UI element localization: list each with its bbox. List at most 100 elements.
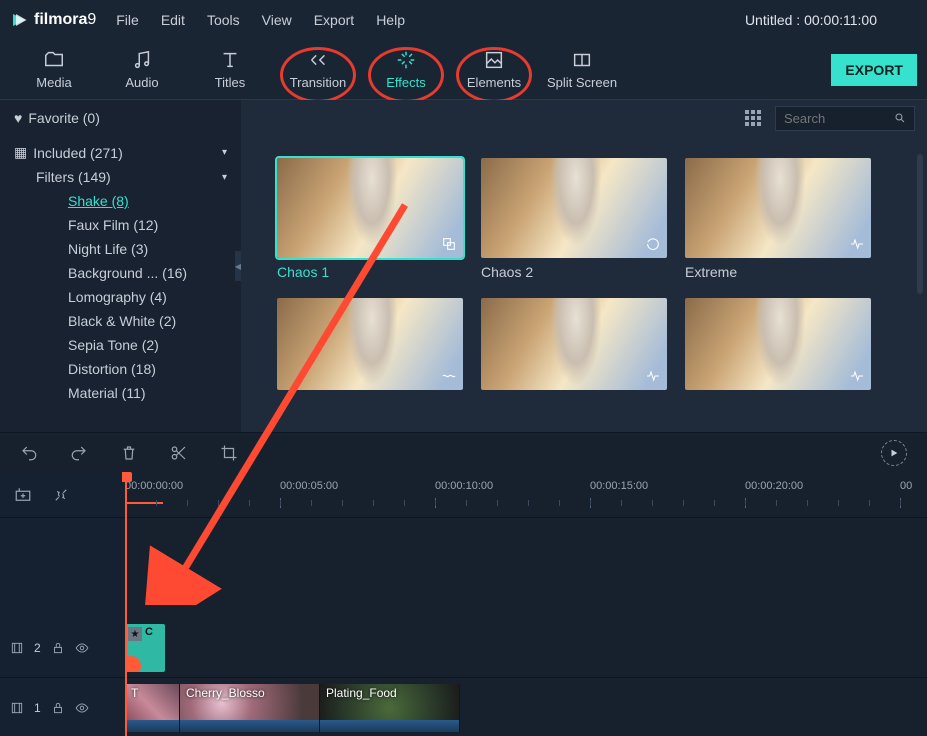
timeline-gutter: 2 1 (0, 472, 122, 736)
scrollbar[interactable] (917, 154, 923, 294)
menu-tools[interactable]: Tools (207, 12, 240, 28)
fx-star-icon: ★ (128, 627, 142, 641)
lock-icon[interactable] (51, 701, 65, 715)
track-header-1[interactable]: 1 (0, 678, 122, 736)
effect-thumb-extreme[interactable]: Extreme (685, 158, 871, 280)
sidebar-item-lomography[interactable]: Lomography (4) (68, 285, 241, 309)
tab-elements[interactable]: Elements (450, 49, 538, 90)
tab-audio[interactable]: Audio (98, 49, 186, 90)
video-clip[interactable]: T (125, 684, 180, 732)
toolbar: Media Audio Titles Transition Effects El… (0, 40, 927, 100)
lock-icon[interactable] (51, 641, 65, 655)
tab-transition[interactable]: Transition (274, 49, 362, 90)
sidebar-item-distortion[interactable]: Distortion (18) (68, 357, 241, 381)
ruler-tick: 00:00:20:00 (745, 480, 803, 492)
menu-items: File Edit Tools View Export Help (116, 12, 405, 28)
effect-thumb[interactable] (685, 298, 871, 390)
tab-label: Transition (290, 75, 347, 90)
search-box[interactable] (775, 106, 915, 131)
trash-icon[interactable] (120, 444, 138, 462)
tab-label: Effects (386, 75, 426, 90)
sidebar-included[interactable]: ▦ Included (271) ▾ (14, 140, 241, 165)
logo-icon (10, 11, 28, 29)
tab-media[interactable]: Media (10, 49, 98, 90)
timeline-body[interactable]: 00:00:00:00 00:00:05:00 00:00:10:00 00:0… (122, 472, 927, 736)
chevron-down-icon: ▾ (222, 172, 227, 183)
menu-view[interactable]: View (262, 12, 292, 28)
pulse-icon (645, 368, 661, 384)
search-input[interactable] (784, 111, 888, 126)
track-header-2[interactable]: 2 (0, 618, 122, 678)
heart-icon: ♥ (14, 110, 22, 126)
sidebar-item-sepia[interactable]: Sepia Tone (2) (68, 333, 241, 357)
effect-thumb-chaos2[interactable]: Chaos 2 (481, 158, 667, 280)
sidebar-item-night-life[interactable]: Night Life (3) (68, 237, 241, 261)
export-button[interactable]: EXPORT (831, 54, 917, 86)
track-2[interactable]: ★ C (122, 618, 927, 678)
app-logo: filmora9 (10, 11, 96, 29)
ruler-tick: 00 (900, 480, 912, 492)
sidebar-item-background[interactable]: Background ... (16) (68, 261, 241, 285)
effects-icon (395, 49, 417, 71)
film-icon (10, 641, 24, 655)
effect-thumb-chaos1[interactable]: Chaos 1 (277, 158, 463, 280)
tab-split-screen[interactable]: Split Screen (538, 49, 626, 90)
effect-clip[interactable]: ★ C (125, 624, 165, 672)
clip-name: T (131, 686, 138, 700)
video-clip[interactable]: Cherry_Blosso (180, 684, 320, 732)
pulse-icon (849, 236, 865, 252)
crop-icon[interactable] (220, 444, 238, 462)
track-1[interactable]: T Cherry_Blosso Plating_Food (122, 678, 927, 736)
thumb-label: Chaos 2 (481, 264, 667, 280)
sidebar-item-faux-film[interactable]: Faux Film (12) (68, 213, 241, 237)
ruler-tick: 00:00:05:00 (280, 480, 338, 492)
effect-thumb[interactable] (481, 298, 667, 390)
tab-label: Audio (125, 75, 158, 90)
project-title: Untitled : 00:00:11:00 (745, 12, 917, 28)
add-track-icon[interactable] (14, 486, 32, 504)
unlink-icon[interactable] (52, 486, 70, 504)
render-preview-button[interactable] (881, 440, 907, 466)
menu-file[interactable]: File (116, 12, 139, 28)
split-screen-icon (571, 49, 593, 71)
track-number: 1 (34, 701, 41, 715)
sidebar-favorite[interactable]: ♥ Favorite (0) (0, 100, 241, 136)
fx-handle[interactable] (125, 656, 141, 672)
undo-icon[interactable] (20, 444, 38, 462)
playhead[interactable] (125, 472, 127, 736)
tab-label: Titles (215, 75, 246, 90)
pulse-icon (849, 368, 865, 384)
content-panel: Chaos 1 Chaos 2 Extreme (241, 100, 927, 432)
transition-icon (307, 49, 329, 71)
tab-label: Media (36, 75, 71, 90)
filters-label: Filters (149) (36, 169, 111, 185)
menu-help[interactable]: Help (376, 12, 405, 28)
video-clip[interactable]: Plating_Food (320, 684, 460, 732)
eye-icon[interactable] (75, 641, 89, 655)
sidebar-filters[interactable]: Filters (149) ▾ (14, 165, 241, 189)
eye-icon[interactable] (75, 701, 89, 715)
ruler-tick: 00:00:00:00 (125, 480, 183, 492)
clip-name: Cherry_Blosso (186, 686, 265, 700)
thumb-label: Extreme (685, 264, 871, 280)
sidebar-item-shake[interactable]: Shake (8) (68, 189, 241, 213)
redo-icon[interactable] (70, 444, 88, 462)
tab-titles[interactable]: Titles (186, 49, 274, 90)
scissors-icon[interactable] (170, 444, 188, 462)
effect-thumb[interactable] (277, 298, 463, 390)
timeline: 2 1 00:00:00:00 00:00:05:00 00:00:10:00 … (0, 472, 927, 736)
search-icon (894, 111, 906, 125)
image-icon (483, 49, 505, 71)
tab-effects[interactable]: Effects (362, 49, 450, 90)
sidebar-item-black-white[interactable]: Black & White (2) (68, 309, 241, 333)
fx-clip-label: C (145, 626, 153, 638)
menu-export[interactable]: Export (314, 12, 354, 28)
app-name: filmora (34, 11, 87, 28)
timeline-ruler[interactable]: 00:00:00:00 00:00:05:00 00:00:10:00 00:0… (122, 472, 927, 518)
tab-label: Split Screen (547, 75, 617, 90)
ruler-tick: 00:00:15:00 (590, 480, 648, 492)
timeline-area-empty[interactable] (122, 518, 927, 618)
menu-edit[interactable]: Edit (161, 12, 185, 28)
sidebar-item-material[interactable]: Material (11) (68, 381, 241, 405)
grid-view-icon[interactable] (745, 110, 761, 126)
